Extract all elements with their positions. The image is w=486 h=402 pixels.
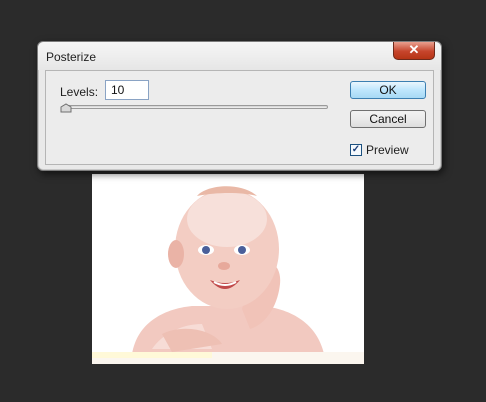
title-bar[interactable]: Posterize ✕ [38, 42, 441, 70]
preview-label: Preview [366, 143, 409, 157]
cancel-button[interactable]: Cancel [350, 110, 426, 128]
preview-checkbox[interactable]: ✓ [350, 144, 362, 156]
check-icon: ✓ [351, 144, 361, 155]
close-button[interactable]: ✕ [393, 42, 435, 60]
levels-input[interactable] [105, 80, 149, 100]
baby-photo-icon [92, 174, 364, 364]
levels-slider-track[interactable] [62, 105, 328, 109]
dialog-title: Posterize [46, 50, 97, 64]
slider-thumb-icon[interactable] [60, 103, 72, 113]
canvas-image [92, 174, 364, 364]
close-icon: ✕ [408, 42, 420, 57]
posterize-dialog: Posterize ✕ Levels: OK Cancel ✓ Preview [37, 41, 442, 171]
levels-label: Levels: [60, 85, 99, 99]
ok-button[interactable]: OK [350, 81, 426, 99]
